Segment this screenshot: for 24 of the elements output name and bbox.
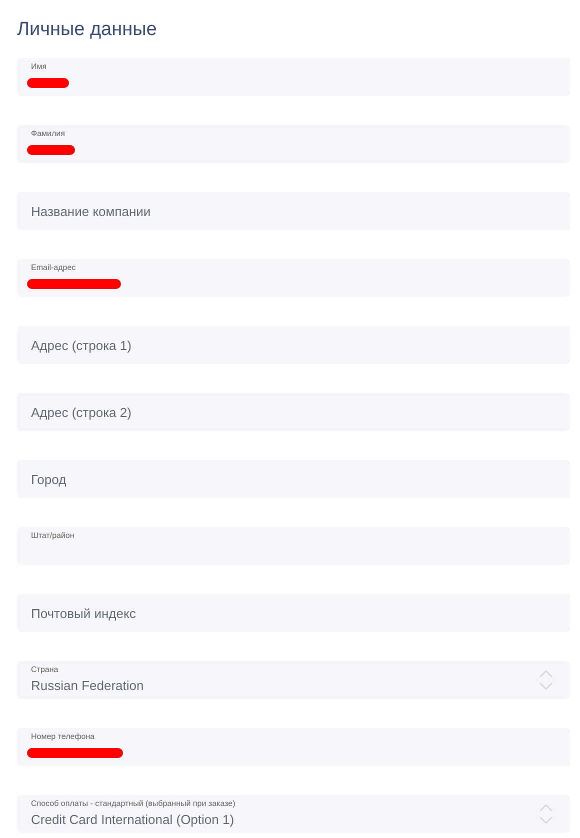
field-label: Имя bbox=[31, 62, 47, 71]
selected-value: Russian Federation bbox=[31, 678, 144, 693]
input-field[interactable]: Адрес (строка 2) bbox=[17, 393, 570, 431]
field-label: Email-адрес bbox=[31, 263, 76, 272]
input-field[interactable]: Город bbox=[17, 460, 570, 498]
input-field[interactable]: Имя bbox=[17, 58, 570, 96]
input-field[interactable]: Адрес (строка 1) bbox=[17, 326, 570, 364]
input-field[interactable]: Почтовый индекс bbox=[17, 594, 570, 632]
input-field[interactable]: Фамилия bbox=[17, 125, 570, 163]
selected-value: Credit Card International (Option 1) bbox=[31, 812, 234, 827]
chevron-updown-icon bbox=[538, 669, 554, 691]
input-field[interactable]: Номер телефона bbox=[17, 728, 570, 766]
chevron-updown-icon bbox=[538, 803, 554, 825]
input-field[interactable]: Название компании bbox=[17, 192, 570, 230]
field-label: Страна bbox=[31, 665, 58, 674]
section-title: Личные данные bbox=[17, 18, 158, 42]
dropdown-select[interactable]: Страна Russian Federation bbox=[17, 661, 570, 699]
field-label: Номер телефона bbox=[31, 732, 95, 741]
field-label: Штат/район bbox=[31, 531, 74, 540]
input-field[interactable]: Email-адрес bbox=[17, 259, 570, 297]
input-field[interactable]: Штат/район bbox=[17, 527, 570, 565]
dropdown-select[interactable]: Способ оплаты - стандартный (выбранный при заказе) Credit Card International (Option 1) bbox=[17, 795, 570, 833]
field-label: Фамилия bbox=[31, 129, 65, 138]
field-label: Способ оплаты - стандартный (выбранный при заказе) bbox=[31, 799, 236, 808]
